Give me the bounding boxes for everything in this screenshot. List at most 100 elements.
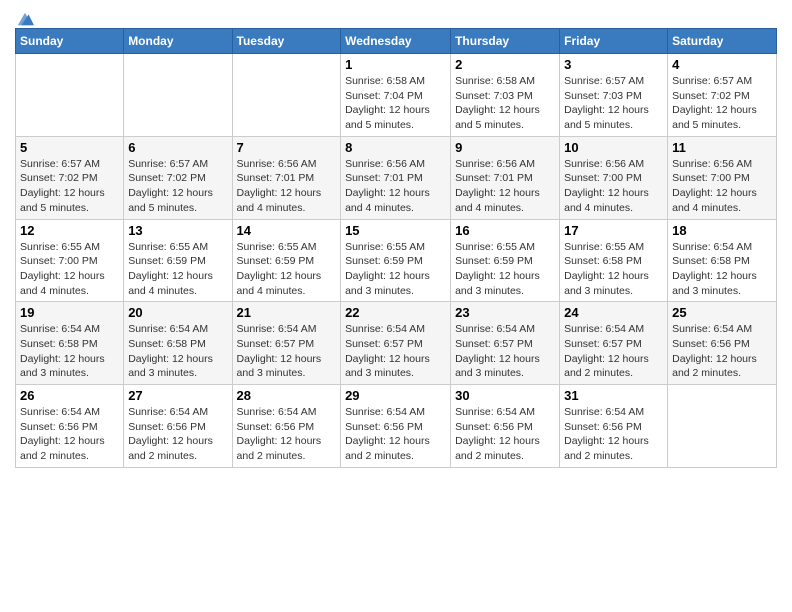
calendar-day-cell: 26 Sunrise: 6:54 AMSunset: 6:56 PMDaylig… bbox=[16, 385, 124, 468]
day-number: 24 bbox=[564, 305, 663, 320]
calendar-week-row: 19 Sunrise: 6:54 AMSunset: 6:58 PMDaylig… bbox=[16, 302, 777, 385]
logo bbox=[15, 14, 34, 22]
calendar-day-cell: 23 Sunrise: 6:54 AMSunset: 6:57 PMDaylig… bbox=[451, 302, 560, 385]
day-info: Sunrise: 6:54 AMSunset: 6:57 PMDaylight:… bbox=[455, 323, 540, 379]
day-number: 22 bbox=[345, 305, 446, 320]
day-number: 6 bbox=[128, 140, 227, 155]
calendar-day-cell: 11 Sunrise: 6:56 AMSunset: 7:00 PMDaylig… bbox=[668, 136, 777, 219]
day-info: Sunrise: 6:56 AMSunset: 7:01 PMDaylight:… bbox=[455, 158, 540, 214]
day-number: 17 bbox=[564, 223, 663, 238]
calendar-day-cell bbox=[668, 385, 777, 468]
day-info: Sunrise: 6:56 AMSunset: 7:00 PMDaylight:… bbox=[672, 158, 757, 214]
day-number: 21 bbox=[237, 305, 337, 320]
weekday-header-row: SundayMondayTuesdayWednesdayThursdayFrid… bbox=[16, 29, 777, 54]
calendar-day-cell: 10 Sunrise: 6:56 AMSunset: 7:00 PMDaylig… bbox=[560, 136, 668, 219]
day-number: 4 bbox=[672, 57, 772, 72]
day-number: 18 bbox=[672, 223, 772, 238]
calendar-day-cell bbox=[232, 54, 341, 137]
calendar-day-cell: 3 Sunrise: 6:57 AMSunset: 7:03 PMDayligh… bbox=[560, 54, 668, 137]
calendar-day-cell bbox=[124, 54, 232, 137]
day-info: Sunrise: 6:54 AMSunset: 6:58 PMDaylight:… bbox=[20, 323, 105, 379]
day-number: 27 bbox=[128, 388, 227, 403]
day-number: 3 bbox=[564, 57, 663, 72]
calendar-table: SundayMondayTuesdayWednesdayThursdayFrid… bbox=[15, 28, 777, 468]
calendar-week-row: 26 Sunrise: 6:54 AMSunset: 6:56 PMDaylig… bbox=[16, 385, 777, 468]
weekday-header-cell: Wednesday bbox=[341, 29, 451, 54]
day-number: 10 bbox=[564, 140, 663, 155]
calendar-day-cell: 30 Sunrise: 6:54 AMSunset: 6:56 PMDaylig… bbox=[451, 385, 560, 468]
calendar-day-cell: 31 Sunrise: 6:54 AMSunset: 6:56 PMDaylig… bbox=[560, 385, 668, 468]
day-number: 16 bbox=[455, 223, 555, 238]
weekday-header-cell: Thursday bbox=[451, 29, 560, 54]
calendar-day-cell: 17 Sunrise: 6:55 AMSunset: 6:58 PMDaylig… bbox=[560, 219, 668, 302]
day-info: Sunrise: 6:55 AMSunset: 7:00 PMDaylight:… bbox=[20, 241, 105, 297]
day-info: Sunrise: 6:55 AMSunset: 6:59 PMDaylight:… bbox=[237, 241, 322, 297]
calendar-day-cell: 2 Sunrise: 6:58 AMSunset: 7:03 PMDayligh… bbox=[451, 54, 560, 137]
day-info: Sunrise: 6:54 AMSunset: 6:57 PMDaylight:… bbox=[237, 323, 322, 379]
day-number: 12 bbox=[20, 223, 119, 238]
day-info: Sunrise: 6:54 AMSunset: 6:56 PMDaylight:… bbox=[128, 406, 213, 462]
calendar-day-cell: 21 Sunrise: 6:54 AMSunset: 6:57 PMDaylig… bbox=[232, 302, 341, 385]
calendar-day-cell: 27 Sunrise: 6:54 AMSunset: 6:56 PMDaylig… bbox=[124, 385, 232, 468]
calendar-day-cell: 24 Sunrise: 6:54 AMSunset: 6:57 PMDaylig… bbox=[560, 302, 668, 385]
calendar-day-cell: 8 Sunrise: 6:56 AMSunset: 7:01 PMDayligh… bbox=[341, 136, 451, 219]
day-number: 19 bbox=[20, 305, 119, 320]
day-info: Sunrise: 6:55 AMSunset: 6:59 PMDaylight:… bbox=[455, 241, 540, 297]
calendar-week-row: 1 Sunrise: 6:58 AMSunset: 7:04 PMDayligh… bbox=[16, 54, 777, 137]
day-info: Sunrise: 6:55 AMSunset: 6:59 PMDaylight:… bbox=[345, 241, 430, 297]
day-number: 31 bbox=[564, 388, 663, 403]
day-info: Sunrise: 6:55 AMSunset: 6:58 PMDaylight:… bbox=[564, 241, 649, 297]
day-info: Sunrise: 6:57 AMSunset: 7:02 PMDaylight:… bbox=[672, 75, 757, 131]
calendar-week-row: 12 Sunrise: 6:55 AMSunset: 7:00 PMDaylig… bbox=[16, 219, 777, 302]
calendar-day-cell: 6 Sunrise: 6:57 AMSunset: 7:02 PMDayligh… bbox=[124, 136, 232, 219]
calendar-day-cell: 5 Sunrise: 6:57 AMSunset: 7:02 PMDayligh… bbox=[16, 136, 124, 219]
day-info: Sunrise: 6:58 AMSunset: 7:03 PMDaylight:… bbox=[455, 75, 540, 131]
weekday-header-cell: Sunday bbox=[16, 29, 124, 54]
calendar-day-cell: 7 Sunrise: 6:56 AMSunset: 7:01 PMDayligh… bbox=[232, 136, 341, 219]
day-number: 14 bbox=[237, 223, 337, 238]
day-number: 15 bbox=[345, 223, 446, 238]
day-number: 25 bbox=[672, 305, 772, 320]
calendar-day-cell: 13 Sunrise: 6:55 AMSunset: 6:59 PMDaylig… bbox=[124, 219, 232, 302]
weekday-header-cell: Tuesday bbox=[232, 29, 341, 54]
day-info: Sunrise: 6:54 AMSunset: 6:57 PMDaylight:… bbox=[564, 323, 649, 379]
calendar-day-cell: 1 Sunrise: 6:58 AMSunset: 7:04 PMDayligh… bbox=[341, 54, 451, 137]
calendar-day-cell: 25 Sunrise: 6:54 AMSunset: 6:56 PMDaylig… bbox=[668, 302, 777, 385]
day-info: Sunrise: 6:56 AMSunset: 7:01 PMDaylight:… bbox=[345, 158, 430, 214]
calendar-day-cell: 18 Sunrise: 6:54 AMSunset: 6:58 PMDaylig… bbox=[668, 219, 777, 302]
calendar-day-cell: 28 Sunrise: 6:54 AMSunset: 6:56 PMDaylig… bbox=[232, 385, 341, 468]
day-number: 5 bbox=[20, 140, 119, 155]
day-number: 8 bbox=[345, 140, 446, 155]
day-number: 1 bbox=[345, 57, 446, 72]
calendar-day-cell: 4 Sunrise: 6:57 AMSunset: 7:02 PMDayligh… bbox=[668, 54, 777, 137]
day-info: Sunrise: 6:54 AMSunset: 6:56 PMDaylight:… bbox=[564, 406, 649, 462]
page-header bbox=[15, 10, 777, 22]
day-number: 29 bbox=[345, 388, 446, 403]
day-number: 7 bbox=[237, 140, 337, 155]
calendar-day-cell: 19 Sunrise: 6:54 AMSunset: 6:58 PMDaylig… bbox=[16, 302, 124, 385]
day-info: Sunrise: 6:54 AMSunset: 6:57 PMDaylight:… bbox=[345, 323, 430, 379]
day-info: Sunrise: 6:58 AMSunset: 7:04 PMDaylight:… bbox=[345, 75, 430, 131]
calendar-day-cell: 12 Sunrise: 6:55 AMSunset: 7:00 PMDaylig… bbox=[16, 219, 124, 302]
calendar-day-cell: 22 Sunrise: 6:54 AMSunset: 6:57 PMDaylig… bbox=[341, 302, 451, 385]
day-number: 13 bbox=[128, 223, 227, 238]
day-info: Sunrise: 6:54 AMSunset: 6:56 PMDaylight:… bbox=[455, 406, 540, 462]
day-info: Sunrise: 6:54 AMSunset: 6:56 PMDaylight:… bbox=[672, 323, 757, 379]
day-info: Sunrise: 6:57 AMSunset: 7:02 PMDaylight:… bbox=[20, 158, 105, 214]
day-info: Sunrise: 6:57 AMSunset: 7:03 PMDaylight:… bbox=[564, 75, 649, 131]
weekday-header-cell: Saturday bbox=[668, 29, 777, 54]
day-info: Sunrise: 6:54 AMSunset: 6:56 PMDaylight:… bbox=[237, 406, 322, 462]
day-info: Sunrise: 6:56 AMSunset: 7:01 PMDaylight:… bbox=[237, 158, 322, 214]
day-number: 2 bbox=[455, 57, 555, 72]
day-info: Sunrise: 6:56 AMSunset: 7:00 PMDaylight:… bbox=[564, 158, 649, 214]
calendar-day-cell: 14 Sunrise: 6:55 AMSunset: 6:59 PMDaylig… bbox=[232, 219, 341, 302]
day-info: Sunrise: 6:57 AMSunset: 7:02 PMDaylight:… bbox=[128, 158, 213, 214]
calendar-day-cell: 29 Sunrise: 6:54 AMSunset: 6:56 PMDaylig… bbox=[341, 385, 451, 468]
calendar-day-cell bbox=[16, 54, 124, 137]
day-info: Sunrise: 6:54 AMSunset: 6:56 PMDaylight:… bbox=[20, 406, 105, 462]
weekday-header-cell: Monday bbox=[124, 29, 232, 54]
day-info: Sunrise: 6:55 AMSunset: 6:59 PMDaylight:… bbox=[128, 241, 213, 297]
calendar-day-cell: 15 Sunrise: 6:55 AMSunset: 6:59 PMDaylig… bbox=[341, 219, 451, 302]
day-number: 11 bbox=[672, 140, 772, 155]
day-number: 20 bbox=[128, 305, 227, 320]
